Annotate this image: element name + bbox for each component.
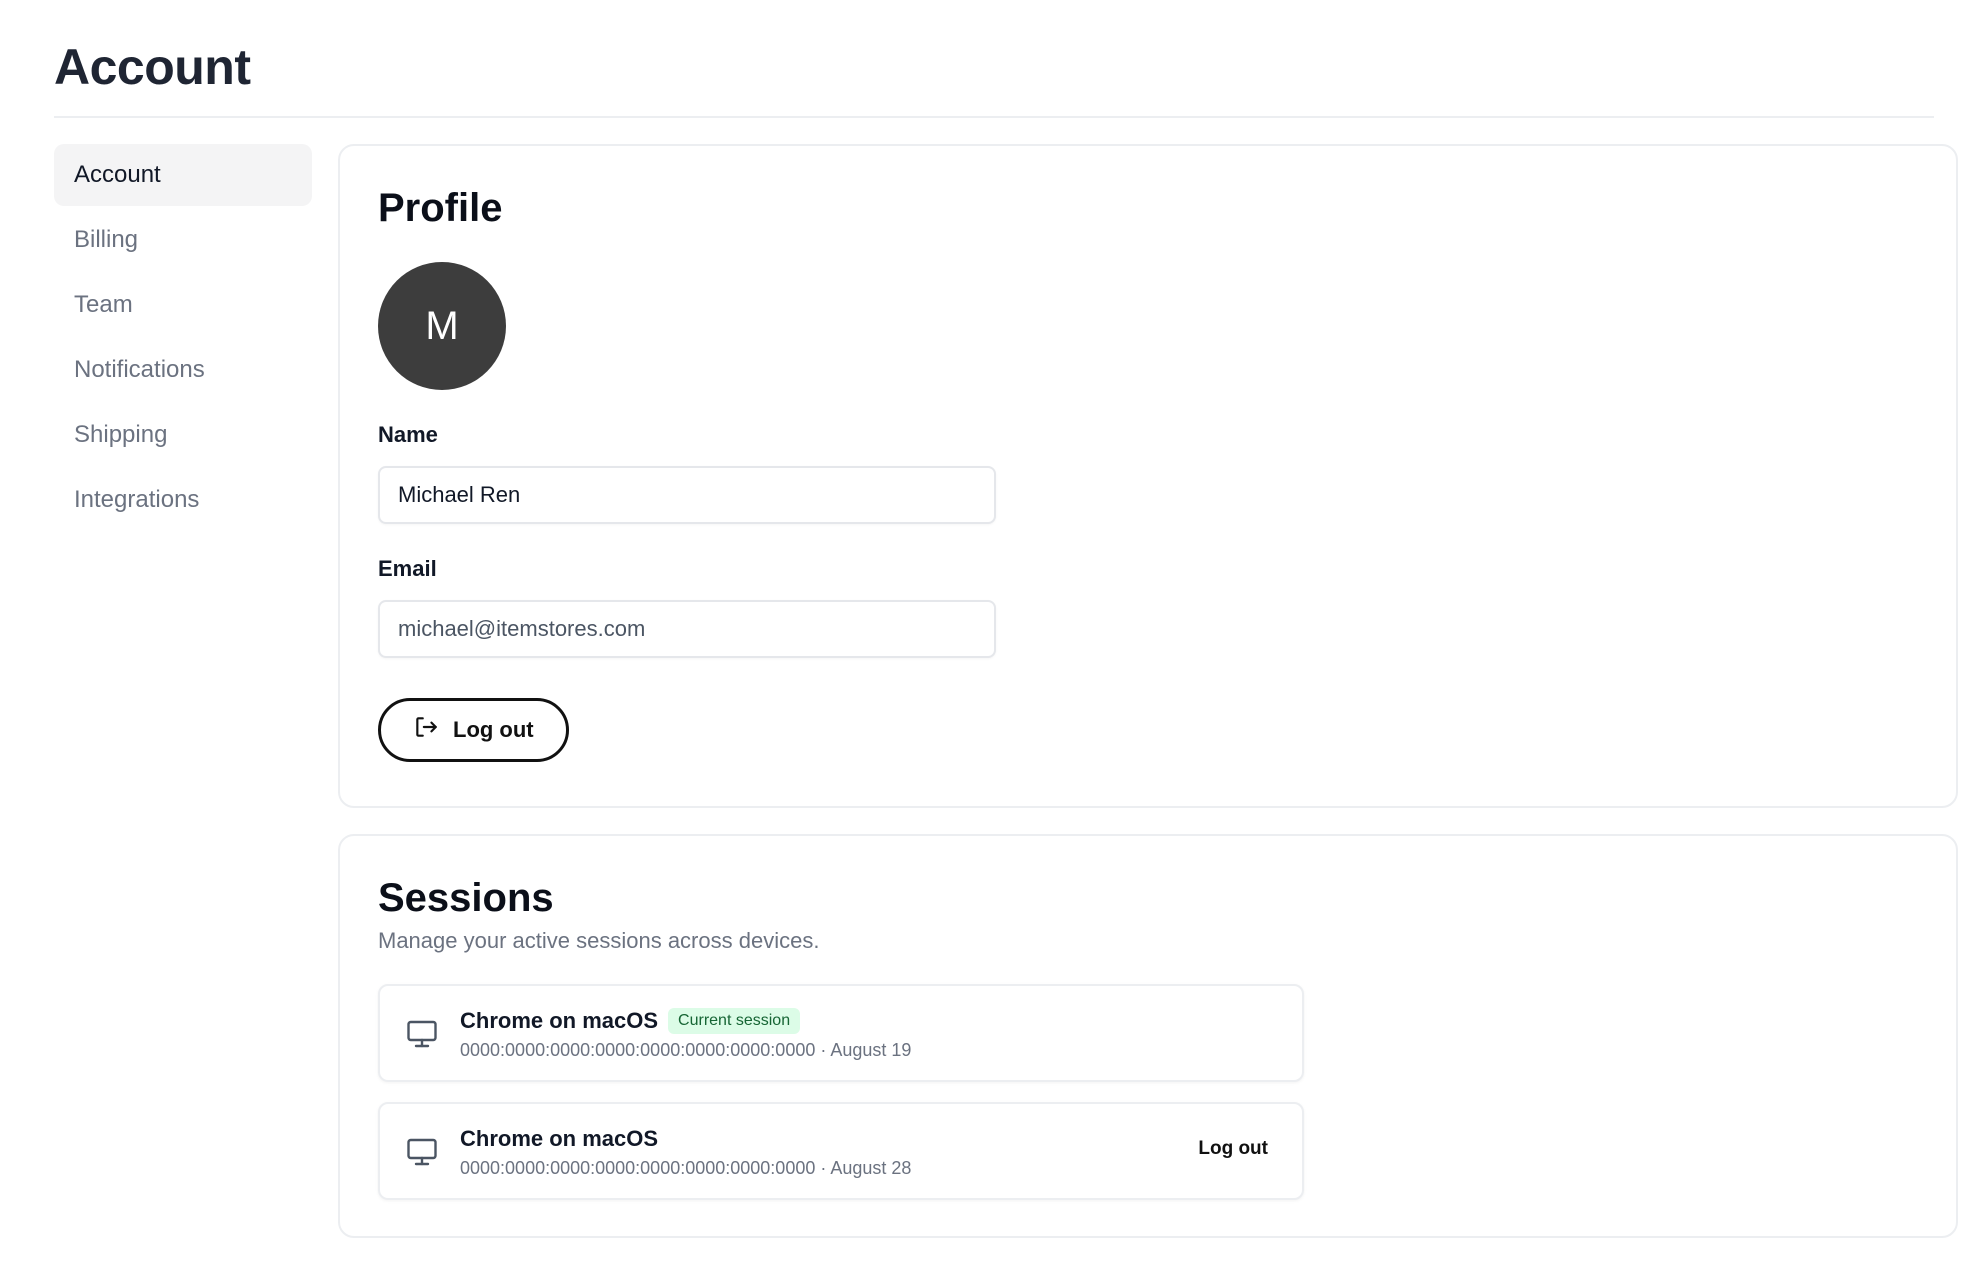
avatar[interactable]: M: [378, 262, 506, 390]
name-label: Name: [378, 422, 438, 447]
session-device: Chrome on macOS Current session: [460, 1008, 801, 1034]
session-row: Chrome on macOS Current session 0000:000…: [378, 984, 1304, 1082]
monitor-icon: [404, 1016, 440, 1052]
sessions-subtitle: Manage your active sessions across devic…: [378, 928, 820, 953]
account-page: Account Account Billing Team Notificatio…: [0, 0, 1988, 1274]
session-device-name: Chrome on macOS: [460, 1126, 659, 1151]
session-row: Chrome on macOS 0000:0000:0000:0000:0000…: [378, 1102, 1304, 1200]
session-device-name: Chrome on macOS: [460, 1008, 659, 1033]
profile-title: Profile: [378, 186, 503, 230]
sidebar: Account Billing Team Notifications Shipp…: [54, 144, 312, 534]
sidebar-item-account[interactable]: Account: [54, 144, 312, 206]
session-meta: 0000:0000:0000:0000:0000:0000:0000:0000 …: [460, 1040, 912, 1060]
sidebar-item-integrations[interactable]: Integrations: [54, 469, 312, 531]
logout-button-label: Log out: [453, 717, 534, 742]
current-session-badge: Current session: [668, 1008, 801, 1034]
sessions-title: Sessions: [378, 876, 554, 920]
email-label: Email: [378, 556, 437, 581]
sidebar-item-notifications[interactable]: Notifications: [54, 339, 312, 401]
monitor-icon: [404, 1134, 440, 1170]
session-logout-button[interactable]: Log out: [1190, 1134, 1276, 1164]
email-field[interactable]: [378, 600, 996, 658]
logout-button[interactable]: Log out: [378, 698, 569, 762]
sidebar-item-shipping[interactable]: Shipping: [54, 404, 312, 466]
title-divider: [54, 116, 1934, 118]
sidebar-item-billing[interactable]: Billing: [54, 209, 312, 271]
session-meta: 0000:0000:0000:0000:0000:0000:0000:0000 …: [460, 1158, 912, 1178]
name-field[interactable]: [378, 466, 996, 524]
page-title: Account: [54, 39, 251, 95]
profile-card: Profile M Name Email Log out: [338, 144, 1958, 808]
sessions-card: Sessions Manage your active sessions acr…: [338, 834, 1958, 1238]
sidebar-item-team[interactable]: Team: [54, 274, 312, 336]
session-device: Chrome on macOS: [460, 1126, 658, 1152]
logout-icon: [413, 714, 439, 746]
